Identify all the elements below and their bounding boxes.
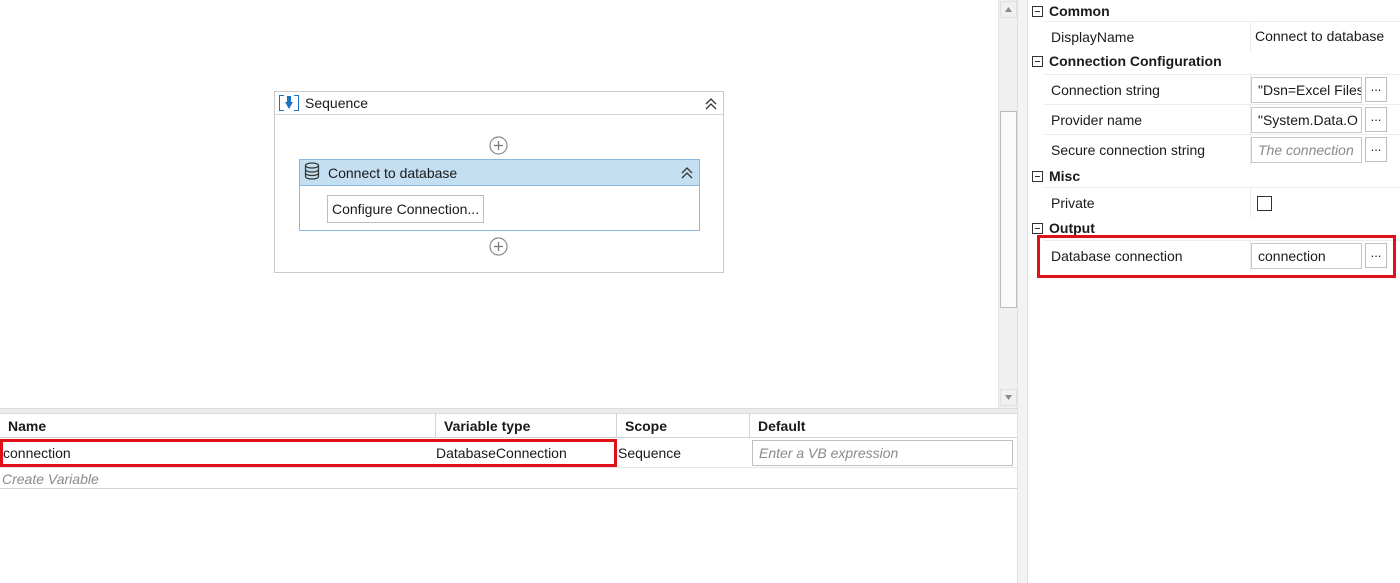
activity-title: Connect to database (328, 164, 458, 181)
add-activity-top-icon[interactable] (489, 136, 508, 155)
connection-string-field[interactable]: "Dsn=Excel Files (1251, 77, 1362, 103)
database-connection-field[interactable]: connection (1251, 243, 1362, 269)
category-misc[interactable]: Misc (1028, 165, 1400, 187)
property-row-private[interactable]: Private (1044, 187, 1400, 218)
scroll-down-icon[interactable] (1000, 389, 1017, 406)
property-row-displayname[interactable]: DisplayName Connect to database (1044, 21, 1400, 52)
column-header-variable-type[interactable]: Variable type (436, 414, 617, 438)
collapse-category-icon[interactable] (1032, 5, 1043, 17)
property-row-connection-string[interactable]: Connection string "Dsn=Excel Files ... (1044, 74, 1400, 105)
variable-scope-cell[interactable]: Sequence (617, 439, 750, 468)
database-icon (304, 162, 320, 183)
property-row-provider-name[interactable]: Provider name "System.Data.O ... (1044, 104, 1400, 135)
sequence-container[interactable]: Sequence Connect to database Configure C… (274, 91, 724, 273)
property-row-database-connection[interactable]: Database connection connection ... (1044, 240, 1400, 271)
property-label: Secure connection string (1051, 142, 1206, 158)
sequence-header[interactable]: Sequence (275, 92, 723, 115)
property-label: Private (1051, 195, 1095, 211)
connection-string-browse-button[interactable]: ... (1365, 77, 1387, 102)
variable-type-cell[interactable]: DatabaseConnection (436, 439, 617, 468)
properties-panel: Common DisplayName Connect to database C… (1028, 0, 1400, 583)
variables-panel: Name Variable type Scope Default connect… (0, 414, 1017, 583)
column-header-default[interactable]: Default (750, 414, 1017, 438)
collapse-activity-icon[interactable] (679, 165, 695, 181)
sequence-title: Sequence (305, 95, 369, 111)
property-row-secure-connection-string[interactable]: Secure connection string The connection … (1044, 134, 1400, 165)
configure-connection-button[interactable]: Configure Connection... (327, 195, 485, 223)
property-label: Connection string (1051, 82, 1160, 98)
category-output[interactable]: Output (1028, 217, 1400, 239)
create-variable-link[interactable]: Create Variable (2, 469, 99, 489)
category-connection-configuration[interactable]: Connection Configuration (1028, 50, 1400, 72)
provider-name-browse-button[interactable]: ... (1365, 107, 1387, 132)
designer-vertical-scrollbar[interactable] (998, 0, 1017, 408)
variable-default-input[interactable]: Enter a VB expression (752, 440, 1013, 466)
add-activity-bottom-icon[interactable] (489, 237, 508, 256)
column-header-name[interactable]: Name (0, 414, 436, 438)
activity-header[interactable]: Connect to database (300, 160, 699, 186)
collapse-category-icon[interactable] (1032, 222, 1043, 234)
database-connection-browse-button[interactable]: ... (1365, 243, 1387, 268)
variable-name-cell[interactable]: connection (0, 439, 436, 468)
collapse-sequence-icon[interactable] (703, 96, 719, 112)
variables-header-row: Name Variable type Scope Default (0, 414, 1017, 438)
secure-connection-string-field[interactable]: The connection (1251, 137, 1362, 163)
scrollbar-thumb[interactable] (1000, 111, 1017, 308)
designer-canvas[interactable]: Sequence Connect to database Configure C… (0, 0, 998, 408)
sequence-icon (279, 94, 299, 112)
property-label: Database connection (1051, 248, 1183, 264)
collapse-category-icon[interactable] (1032, 55, 1043, 67)
scroll-up-icon[interactable] (1000, 1, 1017, 18)
vertical-splitter[interactable] (1017, 0, 1028, 583)
displayname-field[interactable]: Connect to database (1251, 24, 1400, 50)
category-common[interactable]: Common (1028, 0, 1400, 22)
column-header-scope[interactable]: Scope (617, 414, 750, 438)
secure-connection-string-browse-button[interactable]: ... (1365, 137, 1387, 162)
collapse-category-icon[interactable] (1032, 170, 1043, 182)
connect-to-database-activity[interactable]: Connect to database Configure Connection… (299, 159, 700, 231)
table-row[interactable]: connection DatabaseConnection Sequence E… (0, 439, 1017, 468)
private-checkbox[interactable] (1257, 196, 1272, 211)
provider-name-field[interactable]: "System.Data.O (1251, 107, 1362, 133)
property-label: DisplayName (1051, 29, 1135, 45)
property-label: Provider name (1051, 112, 1143, 128)
divider (0, 488, 1017, 489)
